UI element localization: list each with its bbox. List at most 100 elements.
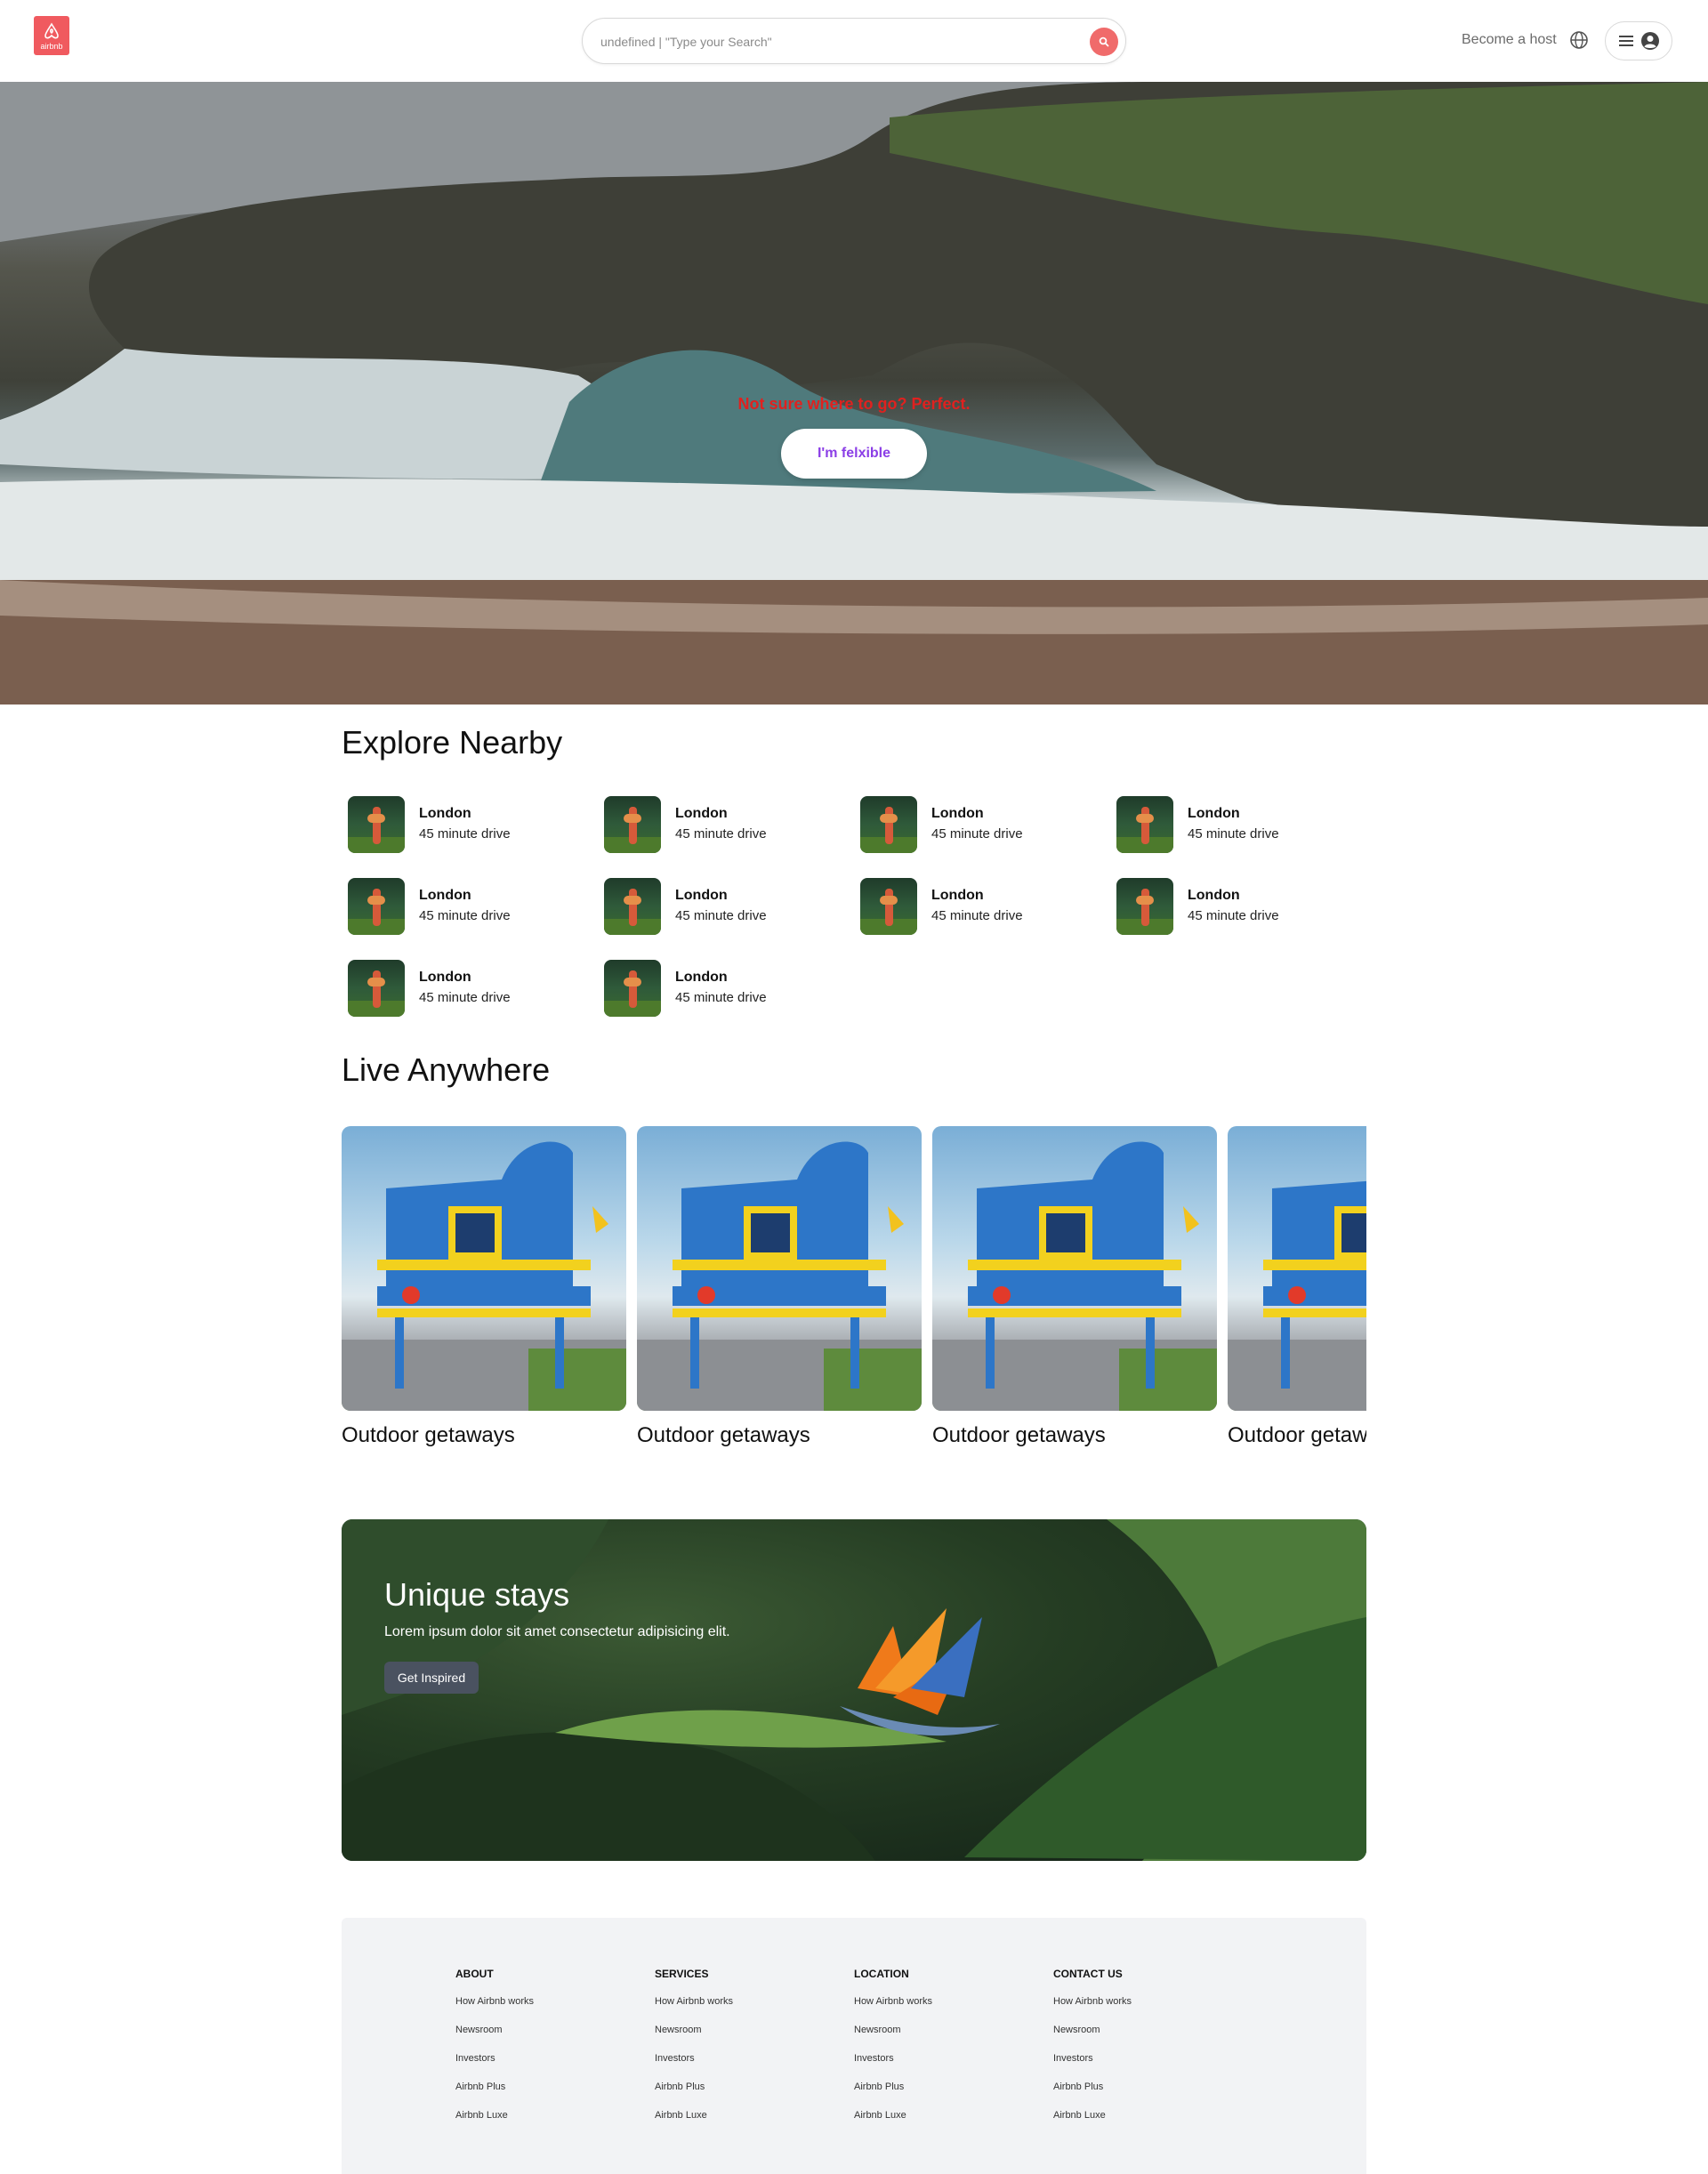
live-card[interactable]: Outdoor getaways	[932, 1126, 1217, 1448]
nearby-distance: 45 minute drive	[675, 908, 767, 923]
nearby-item[interactable]: London 45 minute drive	[1110, 877, 1333, 936]
live-card-label: Outdoor getaways	[1228, 1423, 1366, 1447]
get-inspired-button[interactable]: Get Inspired	[384, 1662, 479, 1694]
nearby-distance: 45 minute drive	[1188, 908, 1279, 923]
user-avatar-icon	[1640, 32, 1659, 50]
nearby-distance: 45 minute drive	[419, 908, 511, 923]
search-button[interactable]	[1090, 28, 1118, 56]
nearby-thumbnail	[348, 796, 405, 853]
footer-heading: CONTACT US	[1053, 1968, 1123, 1980]
nearby-item[interactable]: London 45 minute drive	[854, 877, 1076, 936]
unique-stays-image	[342, 1519, 1366, 1861]
nearby-thumbnail	[604, 960, 661, 1017]
nearby-distance: 45 minute drive	[419, 826, 511, 841]
live-card[interactable]: Outdoor getaways	[637, 1126, 922, 1448]
footer-link[interactable]: How Airbnb works	[1053, 1994, 1231, 2023]
footer-column-location: LOCATION How Airbnb works Newsroom Inves…	[854, 1968, 1032, 2137]
footer-link[interactable]: Investors	[655, 2051, 833, 2080]
footer: ABOUT How Airbnb works Newsroom Investor…	[342, 1918, 1366, 2174]
nearby-city: London	[419, 888, 471, 903]
nearby-city: London	[931, 806, 984, 821]
footer-link[interactable]: Airbnb Luxe	[1053, 2108, 1231, 2137]
footer-link[interactable]: Newsroom	[455, 2023, 633, 2051]
nearby-city: London	[1188, 806, 1240, 821]
nearby-item[interactable]: London 45 minute drive	[342, 959, 564, 1018]
footer-column-services: SERVICES How Airbnb works Newsroom Inves…	[655, 1968, 833, 2137]
nearby-thumbnail	[348, 878, 405, 935]
nearby-city: London	[675, 888, 728, 903]
nearby-thumbnail	[1116, 796, 1173, 853]
footer-link[interactable]: Airbnb Plus	[1053, 2080, 1231, 2108]
unique-stays-banner: Unique stays Lorem ipsum dolor sit amet …	[342, 1519, 1366, 1861]
footer-link[interactable]: Newsroom	[854, 2023, 1032, 2051]
live-card-image	[932, 1126, 1217, 1411]
footer-link[interactable]: Investors	[455, 2051, 633, 2080]
nearby-thumbnail	[604, 796, 661, 853]
nearby-distance: 45 minute drive	[1188, 826, 1279, 841]
footer-link[interactable]: Airbnb Plus	[455, 2080, 633, 2108]
airbnb-logo-icon	[44, 21, 59, 38]
live-card[interactable]: Outdoor getaways	[1228, 1126, 1366, 1448]
footer-link[interactable]: Airbnb Plus	[854, 2080, 1032, 2108]
nearby-city: London	[675, 970, 728, 985]
nearby-item[interactable]: London 45 minute drive	[598, 877, 820, 936]
hero-banner: Not sure where to go? Perfect. I'm felxi…	[0, 82, 1708, 705]
nearby-item[interactable]: London 45 minute drive	[598, 795, 820, 854]
airbnb-logo[interactable]: airbnb	[34, 16, 69, 55]
nearby-city: London	[1188, 888, 1240, 903]
footer-heading: ABOUT	[455, 1968, 494, 1980]
live-anywhere-carousel[interactable]: Outdoor getaways Outdoor getaways Outdoo…	[342, 1126, 1366, 1455]
search-input[interactable]	[600, 30, 1063, 53]
live-card-label: Outdoor getaways	[637, 1423, 810, 1447]
nearby-item[interactable]: London 45 minute drive	[854, 795, 1076, 854]
unique-stays-description: Lorem ipsum dolor sit amet consectetur a…	[384, 1624, 730, 1639]
nearby-item[interactable]: London 45 minute drive	[1110, 795, 1333, 854]
footer-heading: LOCATION	[854, 1968, 909, 1980]
nearby-thumbnail	[604, 878, 661, 935]
nearby-thumbnail	[860, 796, 917, 853]
search-icon	[1099, 36, 1109, 47]
nearby-thumbnail	[348, 960, 405, 1017]
live-card-label: Outdoor getaways	[342, 1423, 515, 1447]
nearby-item[interactable]: London 45 minute drive	[342, 795, 564, 854]
nearby-thumbnail	[860, 878, 917, 935]
footer-link[interactable]: Investors	[854, 2051, 1032, 2080]
unique-stays-title: Unique stays	[384, 1576, 570, 1613]
nearby-city: London	[419, 970, 471, 985]
nearby-distance: 45 minute drive	[675, 826, 767, 841]
user-menu-button[interactable]	[1605, 21, 1672, 60]
live-card-image	[1228, 1126, 1366, 1411]
become-host-link[interactable]: Become a host	[1462, 32, 1557, 48]
menu-icon	[1618, 36, 1633, 46]
nearby-city: London	[931, 888, 984, 903]
footer-heading: SERVICES	[655, 1968, 709, 1980]
flexible-button[interactable]: I'm felxible	[781, 429, 927, 479]
footer-column-about: ABOUT How Airbnb works Newsroom Investor…	[455, 1968, 633, 2137]
hero-image	[0, 82, 1708, 705]
footer-link[interactable]: Newsroom	[1053, 2023, 1231, 2051]
nearby-city: London	[675, 806, 728, 821]
footer-link[interactable]: Airbnb Plus	[655, 2080, 833, 2108]
nearby-distance: 45 minute drive	[675, 990, 767, 1005]
search-bar[interactable]	[582, 18, 1126, 64]
nearby-distance: 45 minute drive	[931, 826, 1023, 841]
nearby-item[interactable]: London 45 minute drive	[342, 877, 564, 936]
footer-link[interactable]: Newsroom	[655, 2023, 833, 2051]
footer-link[interactable]: Airbnb Luxe	[854, 2108, 1032, 2137]
globe-icon[interactable]	[1569, 30, 1589, 50]
footer-link[interactable]: How Airbnb works	[455, 1994, 633, 2023]
footer-link[interactable]: How Airbnb works	[655, 1994, 833, 2023]
hero-tagline: Not sure where to go? Perfect.	[737, 395, 971, 413]
nearby-item[interactable]: London 45 minute drive	[598, 959, 820, 1018]
live-card[interactable]: Outdoor getaways	[342, 1126, 626, 1448]
footer-link[interactable]: Investors	[1053, 2051, 1231, 2080]
footer-link[interactable]: Airbnb Luxe	[455, 2108, 633, 2137]
footer-link[interactable]: How Airbnb works	[854, 1994, 1032, 2023]
explore-nearby-title: Explore Nearby	[342, 724, 563, 761]
footer-link[interactable]: Airbnb Luxe	[655, 2108, 833, 2137]
live-card-image	[637, 1126, 922, 1411]
live-anywhere-title: Live Anywhere	[342, 1051, 551, 1088]
top-header: airbnb Become a host	[0, 0, 1708, 82]
footer-column-contact: CONTACT US How Airbnb works Newsroom Inv…	[1053, 1968, 1231, 2137]
nearby-city: London	[419, 806, 471, 821]
